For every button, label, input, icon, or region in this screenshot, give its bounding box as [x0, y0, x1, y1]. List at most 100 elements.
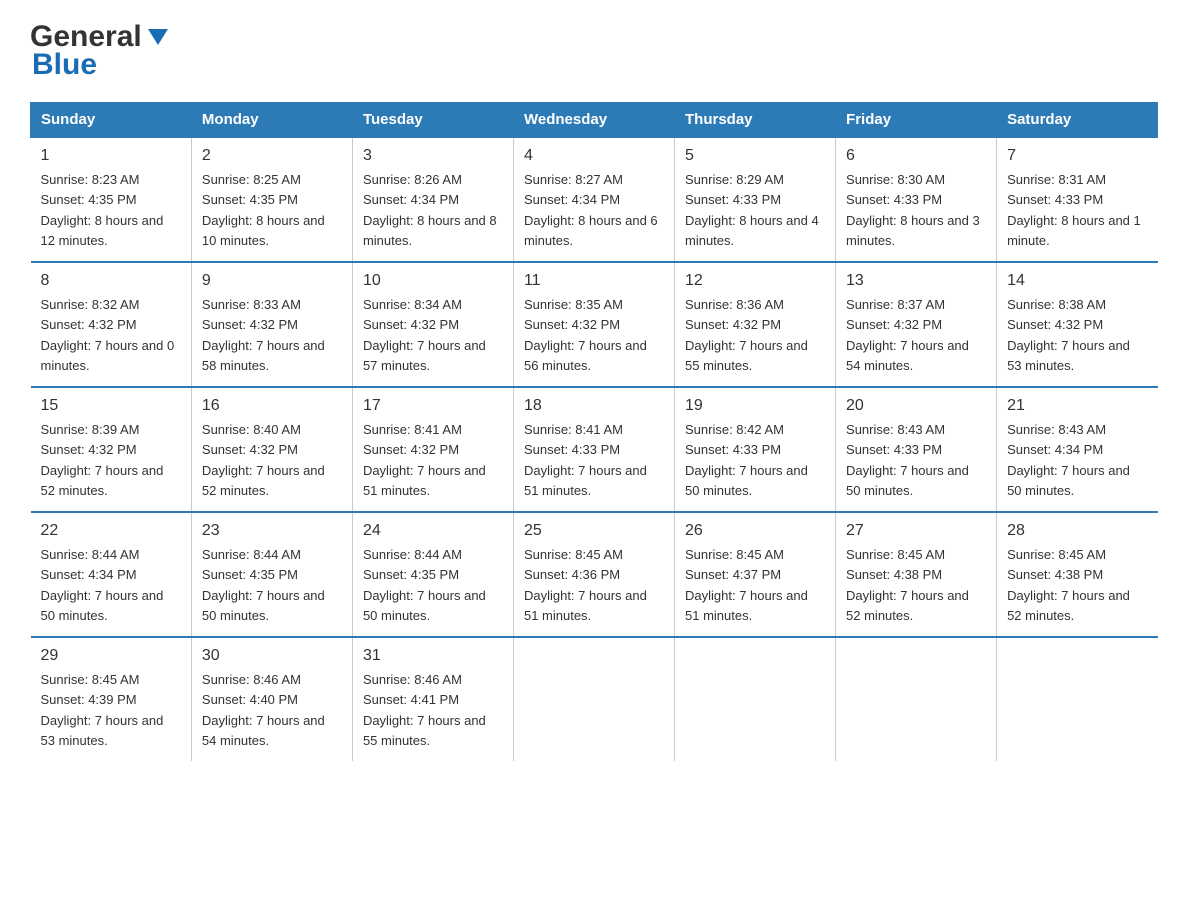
daylight-info: Daylight: 8 hours and 3 minutes.: [846, 213, 980, 248]
daylight-info: Daylight: 7 hours and 55 minutes.: [685, 338, 808, 373]
sunrise-info: Sunrise: 8:23 AM: [41, 172, 140, 187]
sunset-info: Sunset: 4:34 PM: [524, 192, 620, 207]
day-number: 20: [846, 394, 986, 418]
day-number: 23: [202, 519, 342, 543]
daylight-info: Daylight: 7 hours and 52 minutes.: [202, 463, 325, 498]
day-number: 18: [524, 394, 664, 418]
week-row-4: 22 Sunrise: 8:44 AM Sunset: 4:34 PM Dayl…: [31, 512, 1158, 637]
day-number: 14: [1007, 269, 1147, 293]
day-number: 8: [41, 269, 181, 293]
day-cell: 19 Sunrise: 8:42 AM Sunset: 4:33 PM Dayl…: [675, 387, 836, 512]
day-cell: 9 Sunrise: 8:33 AM Sunset: 4:32 PM Dayli…: [191, 262, 352, 387]
day-number: 26: [685, 519, 825, 543]
sunset-info: Sunset: 4:38 PM: [846, 567, 942, 582]
header-sunday: Sunday: [31, 103, 192, 138]
day-cell: 3 Sunrise: 8:26 AM Sunset: 4:34 PM Dayli…: [352, 137, 513, 262]
day-number: 2: [202, 144, 342, 168]
sunrise-info: Sunrise: 8:45 AM: [524, 547, 623, 562]
sunrise-info: Sunrise: 8:45 AM: [1007, 547, 1106, 562]
day-cell: 31 Sunrise: 8:46 AM Sunset: 4:41 PM Dayl…: [352, 637, 513, 761]
sunset-info: Sunset: 4:35 PM: [41, 192, 137, 207]
day-cell: 5 Sunrise: 8:29 AM Sunset: 4:33 PM Dayli…: [675, 137, 836, 262]
sunrise-info: Sunrise: 8:27 AM: [524, 172, 623, 187]
daylight-info: Daylight: 7 hours and 50 minutes.: [41, 588, 164, 623]
sunset-info: Sunset: 4:41 PM: [363, 692, 459, 707]
sunset-info: Sunset: 4:32 PM: [202, 317, 298, 332]
week-row-5: 29 Sunrise: 8:45 AM Sunset: 4:39 PM Dayl…: [31, 637, 1158, 761]
daylight-info: Daylight: 7 hours and 52 minutes.: [846, 588, 969, 623]
sunset-info: Sunset: 4:34 PM: [363, 192, 459, 207]
header-wednesday: Wednesday: [513, 103, 674, 138]
day-cell: 14 Sunrise: 8:38 AM Sunset: 4:32 PM Dayl…: [997, 262, 1158, 387]
day-cell: 28 Sunrise: 8:45 AM Sunset: 4:38 PM Dayl…: [997, 512, 1158, 637]
day-cell: 16 Sunrise: 8:40 AM Sunset: 4:32 PM Dayl…: [191, 387, 352, 512]
day-cell: 23 Sunrise: 8:44 AM Sunset: 4:35 PM Dayl…: [191, 512, 352, 637]
day-cell: [997, 637, 1158, 761]
week-row-3: 15 Sunrise: 8:39 AM Sunset: 4:32 PM Dayl…: [31, 387, 1158, 512]
day-cell: 20 Sunrise: 8:43 AM Sunset: 4:33 PM Dayl…: [836, 387, 997, 512]
day-cell: 27 Sunrise: 8:45 AM Sunset: 4:38 PM Dayl…: [836, 512, 997, 637]
day-number: 10: [363, 269, 503, 293]
day-cell: [675, 637, 836, 761]
sunrise-info: Sunrise: 8:40 AM: [202, 422, 301, 437]
day-cell: 24 Sunrise: 8:44 AM Sunset: 4:35 PM Dayl…: [352, 512, 513, 637]
sunrise-info: Sunrise: 8:44 AM: [363, 547, 462, 562]
day-number: 27: [846, 519, 986, 543]
day-number: 29: [41, 644, 181, 668]
day-cell: 21 Sunrise: 8:43 AM Sunset: 4:34 PM Dayl…: [997, 387, 1158, 512]
sunset-info: Sunset: 4:35 PM: [202, 567, 298, 582]
logo: General Blue: [30, 20, 172, 82]
day-number: 30: [202, 644, 342, 668]
sunset-info: Sunset: 4:33 PM: [524, 442, 620, 457]
header-monday: Monday: [191, 103, 352, 138]
daylight-info: Daylight: 7 hours and 52 minutes.: [1007, 588, 1130, 623]
sunset-info: Sunset: 4:36 PM: [524, 567, 620, 582]
sunset-info: Sunset: 4:32 PM: [202, 442, 298, 457]
day-cell: 30 Sunrise: 8:46 AM Sunset: 4:40 PM Dayl…: [191, 637, 352, 761]
sunrise-info: Sunrise: 8:37 AM: [846, 297, 945, 312]
daylight-info: Daylight: 7 hours and 53 minutes.: [41, 713, 164, 748]
sunset-info: Sunset: 4:34 PM: [1007, 442, 1103, 457]
daylight-info: Daylight: 7 hours and 50 minutes.: [846, 463, 969, 498]
day-cell: 11 Sunrise: 8:35 AM Sunset: 4:32 PM Dayl…: [513, 262, 674, 387]
day-number: 15: [41, 394, 181, 418]
daylight-info: Daylight: 7 hours and 58 minutes.: [202, 338, 325, 373]
sunrise-info: Sunrise: 8:26 AM: [363, 172, 462, 187]
day-cell: [513, 637, 674, 761]
daylight-info: Daylight: 8 hours and 12 minutes.: [41, 213, 164, 248]
header-saturday: Saturday: [997, 103, 1158, 138]
header-tuesday: Tuesday: [352, 103, 513, 138]
sunrise-info: Sunrise: 8:36 AM: [685, 297, 784, 312]
header-thursday: Thursday: [675, 103, 836, 138]
day-number: 22: [41, 519, 181, 543]
day-cell: 29 Sunrise: 8:45 AM Sunset: 4:39 PM Dayl…: [31, 637, 192, 761]
sunrise-info: Sunrise: 8:46 AM: [363, 672, 462, 687]
day-cell: [836, 637, 997, 761]
daylight-info: Daylight: 7 hours and 56 minutes.: [524, 338, 647, 373]
day-number: 9: [202, 269, 342, 293]
sunrise-info: Sunrise: 8:29 AM: [685, 172, 784, 187]
sunrise-info: Sunrise: 8:44 AM: [41, 547, 140, 562]
sunset-info: Sunset: 4:35 PM: [363, 567, 459, 582]
sunrise-info: Sunrise: 8:45 AM: [846, 547, 945, 562]
day-number: 12: [685, 269, 825, 293]
sunset-info: Sunset: 4:35 PM: [202, 192, 298, 207]
daylight-info: Daylight: 7 hours and 50 minutes.: [1007, 463, 1130, 498]
daylight-info: Daylight: 8 hours and 8 minutes.: [363, 213, 497, 248]
sunrise-info: Sunrise: 8:38 AM: [1007, 297, 1106, 312]
sunrise-info: Sunrise: 8:42 AM: [685, 422, 784, 437]
sunrise-info: Sunrise: 8:31 AM: [1007, 172, 1106, 187]
daylight-info: Daylight: 7 hours and 50 minutes.: [685, 463, 808, 498]
sunset-info: Sunset: 4:33 PM: [685, 192, 781, 207]
day-cell: 18 Sunrise: 8:41 AM Sunset: 4:33 PM Dayl…: [513, 387, 674, 512]
daylight-info: Daylight: 7 hours and 50 minutes.: [363, 588, 486, 623]
sunrise-info: Sunrise: 8:44 AM: [202, 547, 301, 562]
week-row-1: 1 Sunrise: 8:23 AM Sunset: 4:35 PM Dayli…: [31, 137, 1158, 262]
daylight-info: Daylight: 8 hours and 6 minutes.: [524, 213, 658, 248]
day-cell: 25 Sunrise: 8:45 AM Sunset: 4:36 PM Dayl…: [513, 512, 674, 637]
day-number: 6: [846, 144, 986, 168]
day-cell: 4 Sunrise: 8:27 AM Sunset: 4:34 PM Dayli…: [513, 137, 674, 262]
sunset-info: Sunset: 4:33 PM: [846, 192, 942, 207]
sunrise-info: Sunrise: 8:32 AM: [41, 297, 140, 312]
header-row: SundayMondayTuesdayWednesdayThursdayFrid…: [31, 103, 1158, 138]
